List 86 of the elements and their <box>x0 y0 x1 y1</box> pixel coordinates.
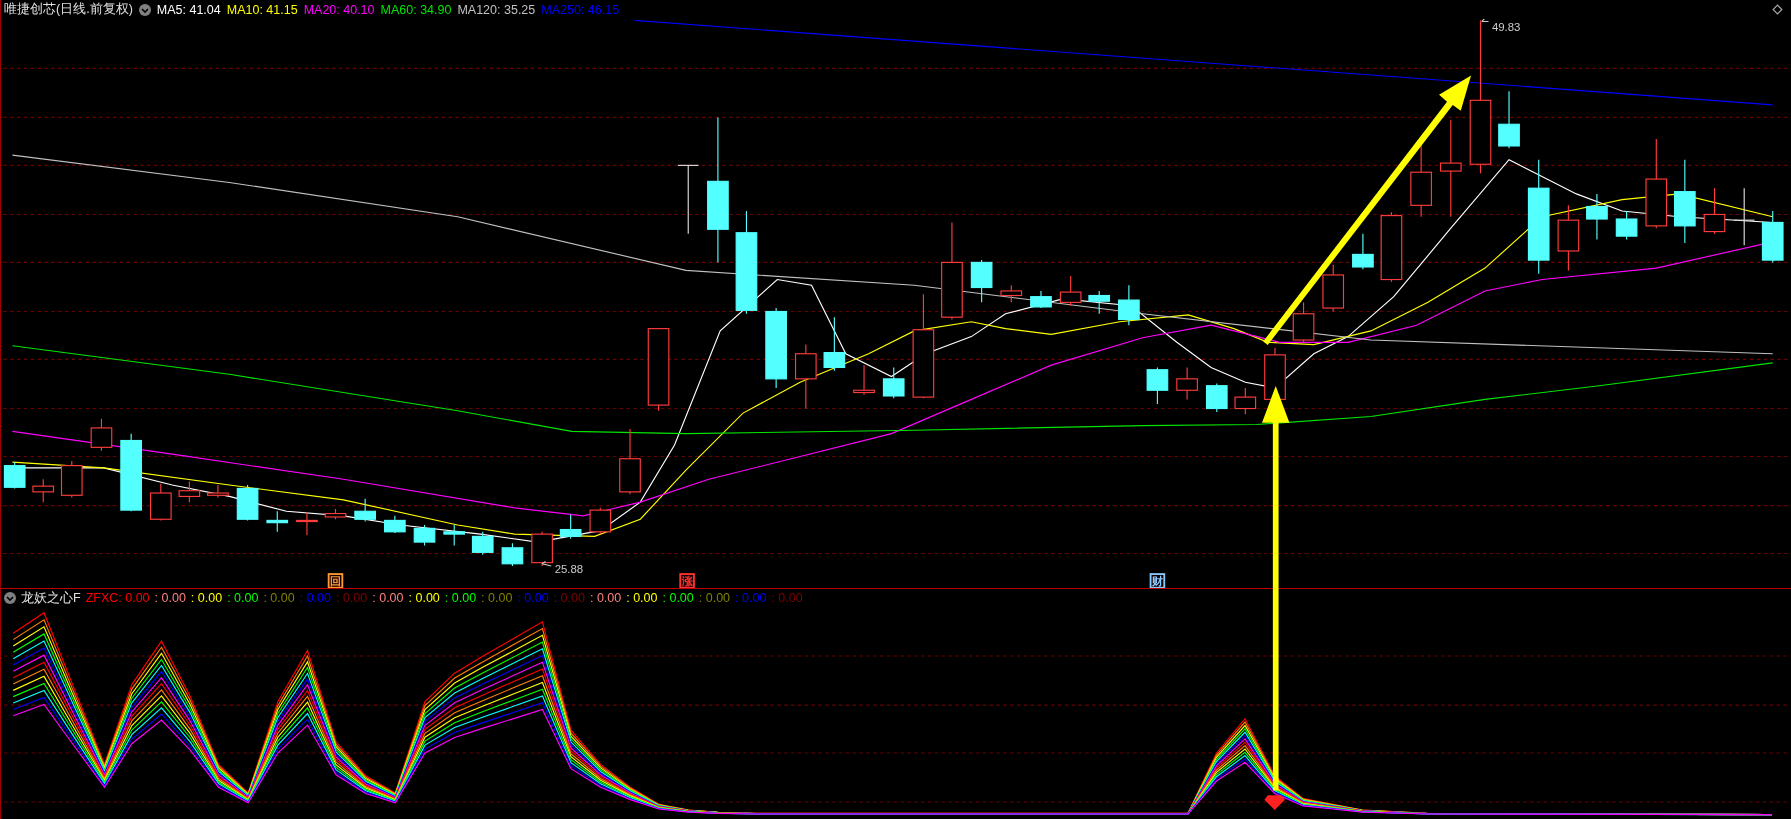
indicator-value: : 0.00 <box>589 591 622 605</box>
candlestick <box>501 542 524 567</box>
moving-average-label: MA5: 41.04 <box>156 2 221 17</box>
indicator-value: : 0.00 <box>190 591 223 605</box>
candlestick <box>531 531 553 567</box>
indicator-value: : 0.00 <box>408 591 440 605</box>
stock-title: 唯捷创芯(日线.前复权) <box>4 1 133 18</box>
indicator-value: : 0.00 <box>335 591 368 605</box>
indicator-value: : 0.00 <box>626 591 658 605</box>
indicator-value: : 0.00 <box>444 591 477 605</box>
indicator-value: : 0.00 <box>299 591 331 605</box>
candlestick <box>1205 382 1228 413</box>
candlestick <box>1088 290 1111 315</box>
indicator-value: : 0.00 <box>735 591 767 605</box>
candlestick <box>471 531 494 556</box>
indicator-value: : 0.00 <box>481 591 513 605</box>
dropdown-icon[interactable] <box>138 3 151 16</box>
candlestick <box>90 418 113 452</box>
candlestick <box>589 507 612 535</box>
moving-average-label: MA20: 40.10 <box>303 2 375 17</box>
indicator-value: : 0.00 <box>517 591 549 605</box>
moving-average-label: MA10: 41.15 <box>226 2 298 17</box>
candlestick <box>1146 366 1169 405</box>
candlestick <box>1703 187 1726 235</box>
candlestick <box>1352 233 1374 270</box>
diamond-icon[interactable] <box>1772 4 1783 15</box>
indicator-value: : 0.00 <box>263 591 295 605</box>
candlestick <box>823 316 846 372</box>
candlestick <box>384 515 406 534</box>
indicator-value: : 0.00 <box>771 591 803 605</box>
high-price-label: 49.83 <box>1491 20 1521 33</box>
candlestick <box>150 483 172 521</box>
candlestick <box>1292 301 1315 343</box>
candlestick <box>677 164 700 235</box>
indicator-value: ZFXC: 0.00 <box>85 591 150 605</box>
candlestick <box>32 478 55 503</box>
candlestick <box>1000 284 1023 303</box>
candlestick <box>296 511 318 536</box>
gem-icon <box>1264 795 1285 810</box>
candlestick <box>60 460 83 499</box>
candlestick <box>1264 347 1286 403</box>
candlestick <box>1586 193 1608 241</box>
candlestick <box>882 366 905 399</box>
candlestick <box>1059 275 1082 307</box>
candlestick <box>1380 211 1403 283</box>
indicator-value: : 0.00 <box>154 591 186 605</box>
indicator-value: : 0.00 <box>662 591 694 605</box>
candlestick <box>970 259 993 303</box>
candlestick <box>794 344 817 410</box>
moving-average-label: MA250: 46.15 <box>541 2 620 17</box>
candlestick <box>178 481 201 503</box>
chart-marker[interactable]: 涨 <box>679 573 695 588</box>
leader-line <box>1481 19 1490 23</box>
candlestick <box>1234 387 1257 415</box>
candlestick <box>1615 210 1638 241</box>
candlestick <box>1322 264 1345 313</box>
candlestick <box>3 461 26 489</box>
indicator-value: : 0.00 <box>553 591 585 605</box>
candlestick <box>354 498 376 523</box>
candlestick <box>1030 290 1052 309</box>
candlestick <box>324 508 347 520</box>
candlestick <box>1557 204 1580 271</box>
candlestick <box>1733 187 1756 246</box>
leader-line <box>541 560 552 567</box>
low-price-label: 25.88 <box>554 562 584 575</box>
indicator-value: : 0.00 <box>698 591 731 605</box>
candlestick <box>413 524 436 547</box>
candlestick <box>443 524 466 547</box>
candlestick <box>1761 210 1784 263</box>
moving-average-label: MA60: 34.90 <box>380 2 452 17</box>
indicator-value: : 0.00 <box>372 591 404 605</box>
candlestick <box>236 484 259 521</box>
moving-average-label: MA120: 35.25 <box>457 2 536 17</box>
dropdown-icon[interactable] <box>4 592 16 604</box>
candlestick <box>266 510 289 533</box>
candlestick <box>853 364 875 396</box>
candlestick <box>207 484 229 499</box>
candlestick <box>1498 90 1520 149</box>
candlestick <box>1118 284 1140 326</box>
indicator-value: : 0.00 <box>227 591 259 605</box>
chart-marker[interactable]: 回 <box>327 573 344 588</box>
candlestick <box>559 514 582 540</box>
candlestick <box>619 428 641 495</box>
chart-marker[interactable]: 财 <box>1149 573 1166 588</box>
candlestick <box>1176 366 1198 400</box>
indicator-name: 龙妖之心F <box>21 589 81 607</box>
